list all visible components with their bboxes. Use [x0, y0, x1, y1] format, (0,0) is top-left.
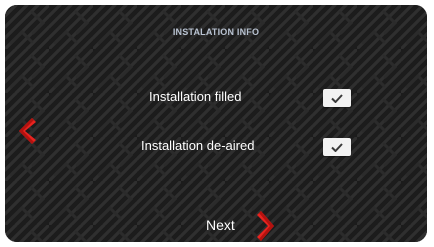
- installation-filled-label: Installation filled: [149, 89, 242, 104]
- checkmark-icon: [331, 94, 343, 103]
- installation-de-aired-label: Installation de-aired: [141, 138, 255, 153]
- chevron-left-icon: [19, 118, 36, 144]
- installation-info-screen: INSTALATION INFO Installation filled Ins…: [5, 5, 427, 242]
- next-label[interactable]: Next: [206, 217, 235, 233]
- installation-de-aired-checkbox[interactable]: [323, 138, 351, 156]
- checkmark-icon: [331, 143, 343, 152]
- next-button[interactable]: [257, 210, 277, 242]
- background-pattern: [5, 5, 427, 242]
- installation-filled-checkbox[interactable]: [323, 89, 351, 107]
- page-title: INSTALATION INFO: [172, 27, 260, 37]
- back-button[interactable]: [16, 117, 36, 150]
- chevron-right-icon: [257, 211, 274, 241]
